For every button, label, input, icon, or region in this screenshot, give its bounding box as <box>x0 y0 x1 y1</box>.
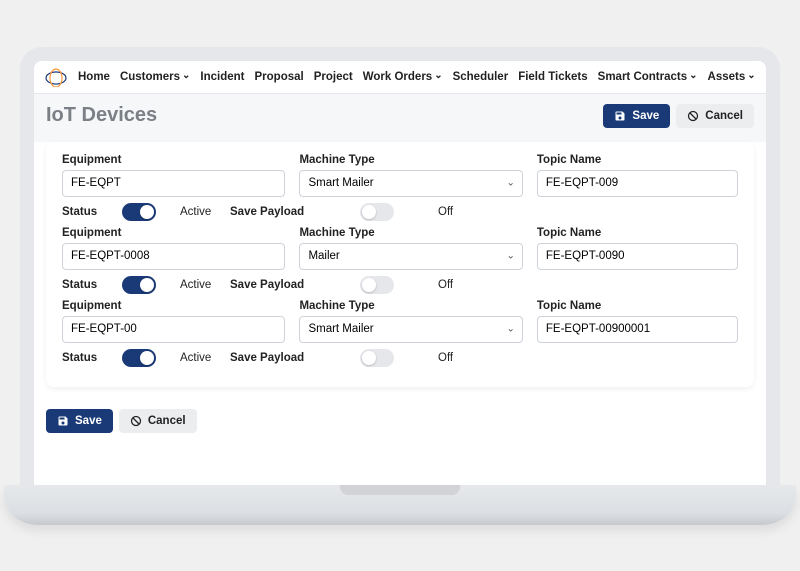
save-payload-label: Save Payload <box>230 279 360 291</box>
status-label: Status <box>62 206 122 218</box>
machine-type-label: Machine Type <box>299 154 522 166</box>
topic-name-input[interactable] <box>537 170 738 197</box>
machine-type-select[interactable]: Smart Mailer <box>299 316 522 343</box>
equipment-input[interactable] <box>62 243 285 270</box>
device-row: Equipment Machine Type Smart Mailer ⌄ <box>62 300 738 343</box>
app-window: Home Customers⌄ Incident Proposal Projec… <box>34 61 766 485</box>
save-label: Save <box>75 415 102 427</box>
equipment-label: Equipment <box>62 154 285 166</box>
device-meta-row: Status Active Save Payload Off <box>62 276 738 294</box>
save-icon <box>57 415 69 427</box>
nav-scheduler[interactable]: Scheduler <box>453 69 509 85</box>
toggle-knob <box>362 278 376 292</box>
devices-card: Equipment Machine Type Smart Mailer ⌄ <box>46 142 754 387</box>
status-value: Active <box>180 206 230 218</box>
topic-name-label: Topic Name <box>537 154 738 166</box>
device-row: Equipment Machine Type Smart Mailer ⌄ <box>62 154 738 197</box>
nav-incident[interactable]: Incident <box>200 69 244 85</box>
save-payload-toggle[interactable] <box>360 349 394 367</box>
save-icon <box>614 110 626 122</box>
save-payload-toggle[interactable] <box>360 276 394 294</box>
cancel-icon <box>687 110 699 122</box>
laptop-notch <box>340 485 460 495</box>
machine-type-select[interactable]: Mailer <box>299 243 522 270</box>
cancel-label: Cancel <box>148 415 186 427</box>
topic-name-label: Topic Name <box>537 227 738 239</box>
chevron-down-icon: ⌄ <box>747 70 755 81</box>
toggle-knob <box>140 205 154 219</box>
nav-field-tickets[interactable]: Field Tickets <box>518 69 587 85</box>
nav-smart-contracts[interactable]: Smart Contracts⌄ <box>598 69 698 85</box>
save-payload-label: Save Payload <box>230 352 360 364</box>
topic-name-label: Topic Name <box>537 300 738 312</box>
top-nav: Home Customers⌄ Incident Proposal Projec… <box>34 61 766 94</box>
chevron-down-icon: ⌄ <box>434 70 442 81</box>
save-payload-toggle[interactable] <box>360 203 394 221</box>
save-payload-value: Off <box>438 352 453 364</box>
page-header: IoT Devices Save Cancel <box>34 94 766 142</box>
toggle-knob <box>362 351 376 365</box>
cancel-button[interactable]: Cancel <box>119 409 197 433</box>
toggle-knob <box>140 278 154 292</box>
topic-name-input[interactable] <box>537 316 738 343</box>
nav-customers[interactable]: Customers⌄ <box>120 69 190 85</box>
nav-assets[interactable]: Assets⌄ <box>708 69 756 85</box>
status-value: Active <box>180 352 230 364</box>
save-payload-value: Off <box>438 279 453 291</box>
status-label: Status <box>62 279 122 291</box>
status-toggle[interactable] <box>122 276 156 294</box>
save-button[interactable]: Save <box>603 104 670 128</box>
machine-type-select[interactable]: Smart Mailer <box>299 170 522 197</box>
chevron-down-icon: ⌄ <box>689 70 697 81</box>
equipment-input[interactable] <box>62 316 285 343</box>
laptop-screen: Home Customers⌄ Incident Proposal Projec… <box>20 47 780 485</box>
nav-home[interactable]: Home <box>78 69 110 85</box>
status-toggle[interactable] <box>122 203 156 221</box>
device-meta-row: Status Active Save Payload Off <box>62 349 738 367</box>
equipment-label: Equipment <box>62 227 285 239</box>
cancel-button[interactable]: Cancel <box>676 104 754 128</box>
device-meta-row: Status Active Save Payload Off <box>62 203 738 221</box>
device-row: Equipment Machine Type Mailer ⌄ T <box>62 227 738 270</box>
save-label: Save <box>632 110 659 122</box>
save-payload-value: Off <box>438 206 453 218</box>
page-title: IoT Devices <box>46 104 157 127</box>
equipment-label: Equipment <box>62 300 285 312</box>
save-button[interactable]: Save <box>46 409 113 433</box>
machine-type-label: Machine Type <box>299 227 522 239</box>
cancel-label: Cancel <box>705 110 743 122</box>
chevron-down-icon: ⌄ <box>182 70 190 81</box>
toggle-knob <box>362 205 376 219</box>
nav-project[interactable]: Project <box>314 69 353 85</box>
status-toggle[interactable] <box>122 349 156 367</box>
status-label: Status <box>62 352 122 364</box>
toggle-knob <box>140 351 154 365</box>
equipment-input[interactable] <box>62 170 285 197</box>
header-actions: Save Cancel <box>603 104 754 128</box>
app-logo-icon <box>44 67 68 87</box>
laptop-frame: Home Customers⌄ Incident Proposal Projec… <box>20 47 780 525</box>
save-payload-label: Save Payload <box>230 206 360 218</box>
nav-work-orders[interactable]: Work Orders⌄ <box>363 69 443 85</box>
laptop-base <box>4 485 796 525</box>
topic-name-input[interactable] <box>537 243 738 270</box>
cancel-icon <box>130 415 142 427</box>
footer-actions: Save Cancel <box>34 399 766 443</box>
machine-type-label: Machine Type <box>299 300 522 312</box>
nav-proposal[interactable]: Proposal <box>255 69 304 85</box>
status-value: Active <box>180 279 230 291</box>
